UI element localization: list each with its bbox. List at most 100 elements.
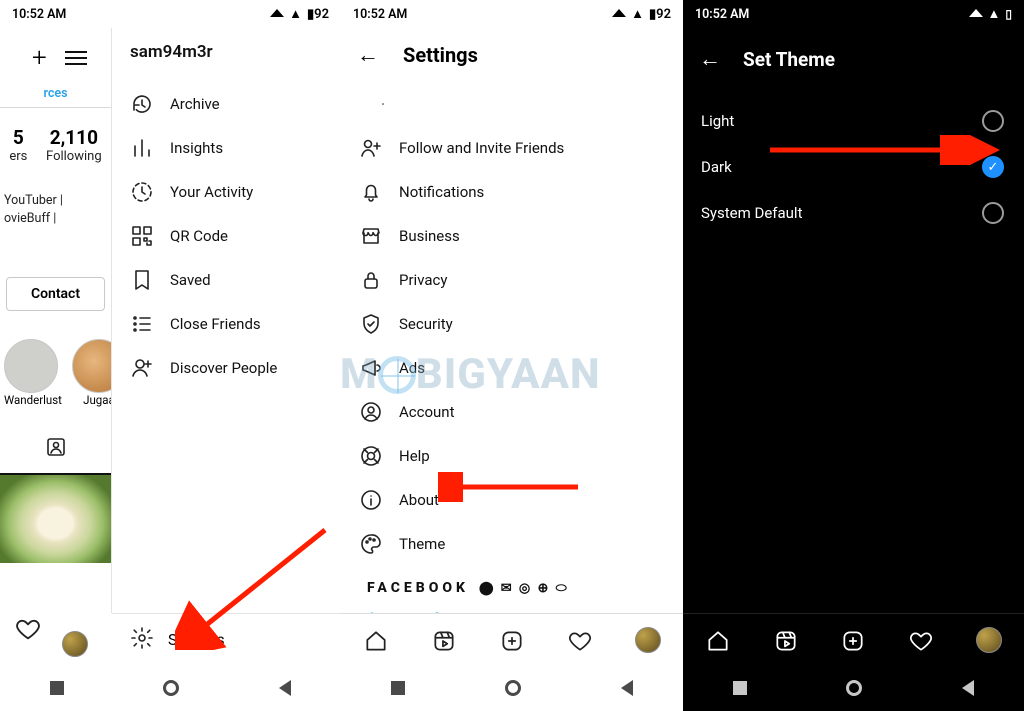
settings-item-help[interactable]: Help (349, 434, 675, 478)
sysnav-home[interactable] (163, 680, 179, 696)
gear-icon (130, 626, 154, 654)
menu-username: sam94m3r (112, 28, 341, 82)
status-bar: 10:52 AM ▲ ▯ (683, 0, 1024, 28)
story-highlights: Wanderlust Jugaa (0, 311, 111, 407)
settings-list: Follow and Invite Friends Notifications … (341, 78, 683, 688)
signal-icon (969, 9, 983, 17)
close-friends-icon (130, 312, 154, 336)
qr-icon (130, 224, 154, 248)
sysnav-recents[interactable] (733, 681, 747, 695)
nav-activity-icon[interactable] (908, 628, 932, 652)
wifi-icon: ▲ (988, 6, 1001, 22)
highlight-cover-icon (4, 339, 58, 393)
highlight-cover-icon (72, 339, 112, 393)
radio-unselected-icon (982, 202, 1004, 224)
tab-link[interactable]: rces (0, 78, 111, 108)
settings-item-security[interactable]: Security (349, 302, 675, 346)
nav-new-icon[interactable] (499, 628, 523, 652)
tagged-tab-icon[interactable] (0, 435, 111, 463)
new-post-icon[interactable]: + (32, 43, 47, 73)
battery-icon: ▯ (1005, 7, 1012, 21)
sysnav-recents[interactable] (50, 681, 64, 695)
menu-item-qr-code[interactable]: QR Code (112, 214, 341, 258)
menu-item-discover-people[interactable]: Discover People (112, 346, 341, 390)
nav-profile-avatar[interactable] (976, 627, 1002, 653)
theme-option-system-default[interactable]: System Default (683, 190, 1024, 236)
status-time: 10:52 AM (353, 7, 407, 22)
theme-option-light[interactable]: Light (683, 98, 1024, 144)
signal-icon (270, 9, 284, 17)
screen-set-theme: 10:52 AM ▲ ▯ ← Set Theme Light Dark ✓ Sy… (683, 0, 1024, 711)
sysnav-back[interactable] (279, 680, 291, 696)
insights-icon (130, 136, 154, 160)
sysnav-home[interactable] (846, 680, 862, 696)
android-system-nav (341, 665, 683, 711)
storefront-icon (359, 224, 383, 248)
highlight-jugaa[interactable]: Jugaa (72, 339, 112, 407)
settings-item-theme[interactable]: Theme (349, 522, 675, 566)
bottom-nav (683, 613, 1024, 665)
settings-item-about[interactable]: About (349, 478, 675, 522)
sysnav-back[interactable] (962, 680, 974, 696)
battery-icon: ▮92 (649, 7, 671, 22)
signal-icon (612, 9, 626, 17)
nav-profile-avatar[interactable] (62, 631, 88, 657)
post-thumbnail[interactable] (0, 473, 111, 563)
contact-button[interactable]: Contact (6, 277, 105, 311)
person-icon (371, 92, 395, 116)
settings-item-notifications[interactable]: Notifications (349, 170, 675, 214)
highlight-wanderlust[interactable]: Wanderlust (4, 339, 62, 407)
status-time: 10:52 AM (12, 7, 66, 22)
nav-home-icon[interactable] (363, 628, 387, 652)
settings-item-hidden[interactable] (349, 82, 675, 126)
wifi-icon: ▲ (289, 6, 302, 22)
android-system-nav (683, 665, 1024, 711)
lock-icon (359, 268, 383, 292)
menu-item-your-activity[interactable]: Your Activity (112, 170, 341, 214)
menu-icon[interactable] (65, 51, 87, 65)
menu-item-settings[interactable]: Settings (112, 613, 341, 665)
sysnav-home[interactable] (505, 680, 521, 696)
nav-activity-icon[interactable] (14, 615, 42, 647)
sysnav-recents[interactable] (391, 681, 405, 695)
settings-item-privacy[interactable]: Privacy (349, 258, 675, 302)
page-title: Set Theme (743, 48, 835, 71)
back-icon[interactable]: ← (699, 46, 721, 72)
sysnav-back[interactable] (621, 680, 633, 696)
settings-item-account[interactable]: Account (349, 390, 675, 434)
settings-item-follow-invite[interactable]: Follow and Invite Friends (349, 126, 675, 170)
battery-icon: ▮92 (307, 7, 329, 22)
android-system-nav (0, 665, 341, 711)
menu-item-archive[interactable]: Archive (112, 82, 341, 126)
bell-icon (359, 180, 383, 204)
activity-icon (130, 180, 154, 204)
radio-selected-icon: ✓ (982, 156, 1004, 178)
following-count[interactable]: 2,110 (46, 126, 102, 149)
nav-new-icon[interactable] (840, 628, 864, 652)
help-icon (359, 444, 383, 468)
shield-icon (359, 312, 383, 336)
nav-activity-icon[interactable] (567, 628, 591, 652)
profile-stats: 5 ers 2,110 Following (0, 108, 111, 172)
archive-icon (130, 92, 154, 116)
radio-unselected-icon (982, 110, 1004, 132)
palette-icon (359, 532, 383, 556)
menu-item-close-friends[interactable]: Close Friends (112, 302, 341, 346)
screen-settings: 10:52 AM ▲ ▮92 ← Settings Follow and Inv… (341, 0, 683, 711)
screen-profile-menu: 10:52 AM ▲ ▮92 + rces 5 ers (0, 0, 341, 711)
theme-option-dark[interactable]: Dark ✓ (683, 144, 1024, 190)
facebook-product-icons: ⬤ ✉ ◎ ⊕ ⬭ (479, 581, 569, 596)
settings-item-business[interactable]: Business (349, 214, 675, 258)
settings-item-ads[interactable]: Ads (349, 346, 675, 390)
status-icons: ▲ ▯ (969, 6, 1012, 22)
status-bar: 10:52 AM ▲ ▮92 (341, 0, 683, 28)
back-icon[interactable]: ← (357, 42, 379, 68)
menu-item-saved[interactable]: Saved (112, 258, 341, 302)
nav-reels-icon[interactable] (431, 628, 455, 652)
discover-people-icon (130, 356, 154, 380)
nav-reels-icon[interactable] (773, 628, 797, 652)
nav-profile-avatar[interactable] (635, 627, 661, 653)
nav-home-icon[interactable] (705, 628, 729, 652)
profile-side-menu: sam94m3r Archive Insights Your Activity … (112, 28, 341, 665)
menu-item-insights[interactable]: Insights (112, 126, 341, 170)
